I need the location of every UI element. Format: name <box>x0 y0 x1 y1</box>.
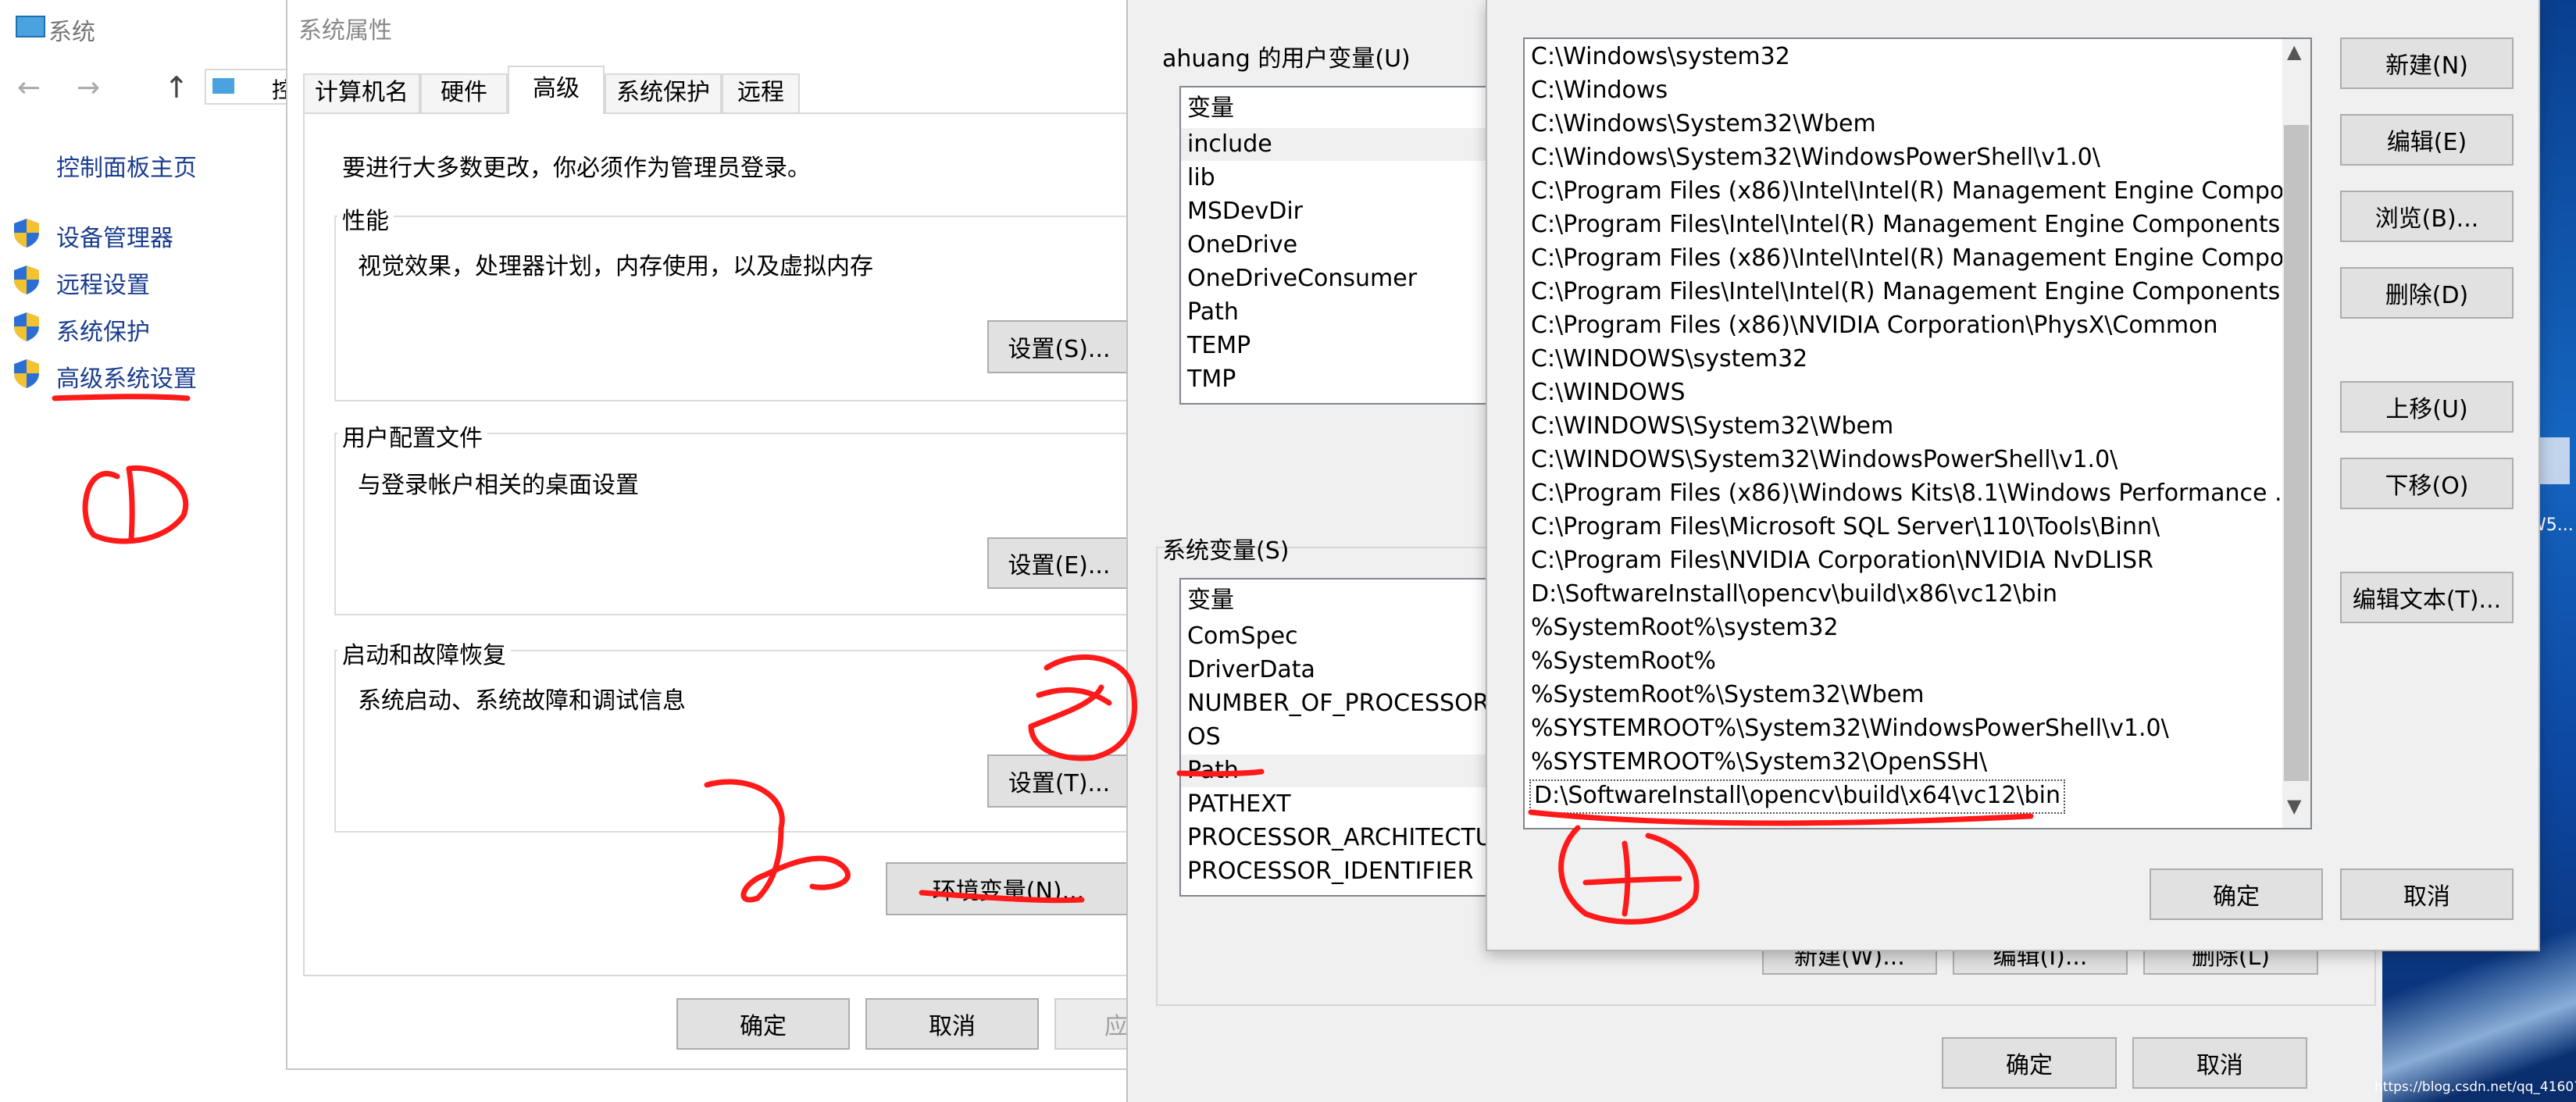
underline-path-var <box>1176 769 1265 777</box>
circled-number-3 <box>1028 654 1138 761</box>
circled-number-1 <box>82 465 188 544</box>
circled-number-2 <box>704 779 851 903</box>
underline-advanced-settings <box>52 394 191 401</box>
circled-number-4 <box>1558 825 1700 925</box>
underline-env-button <box>919 890 1085 904</box>
red-annotations <box>52 394 2034 925</box>
underline-new-path-entry <box>1528 809 2034 826</box>
